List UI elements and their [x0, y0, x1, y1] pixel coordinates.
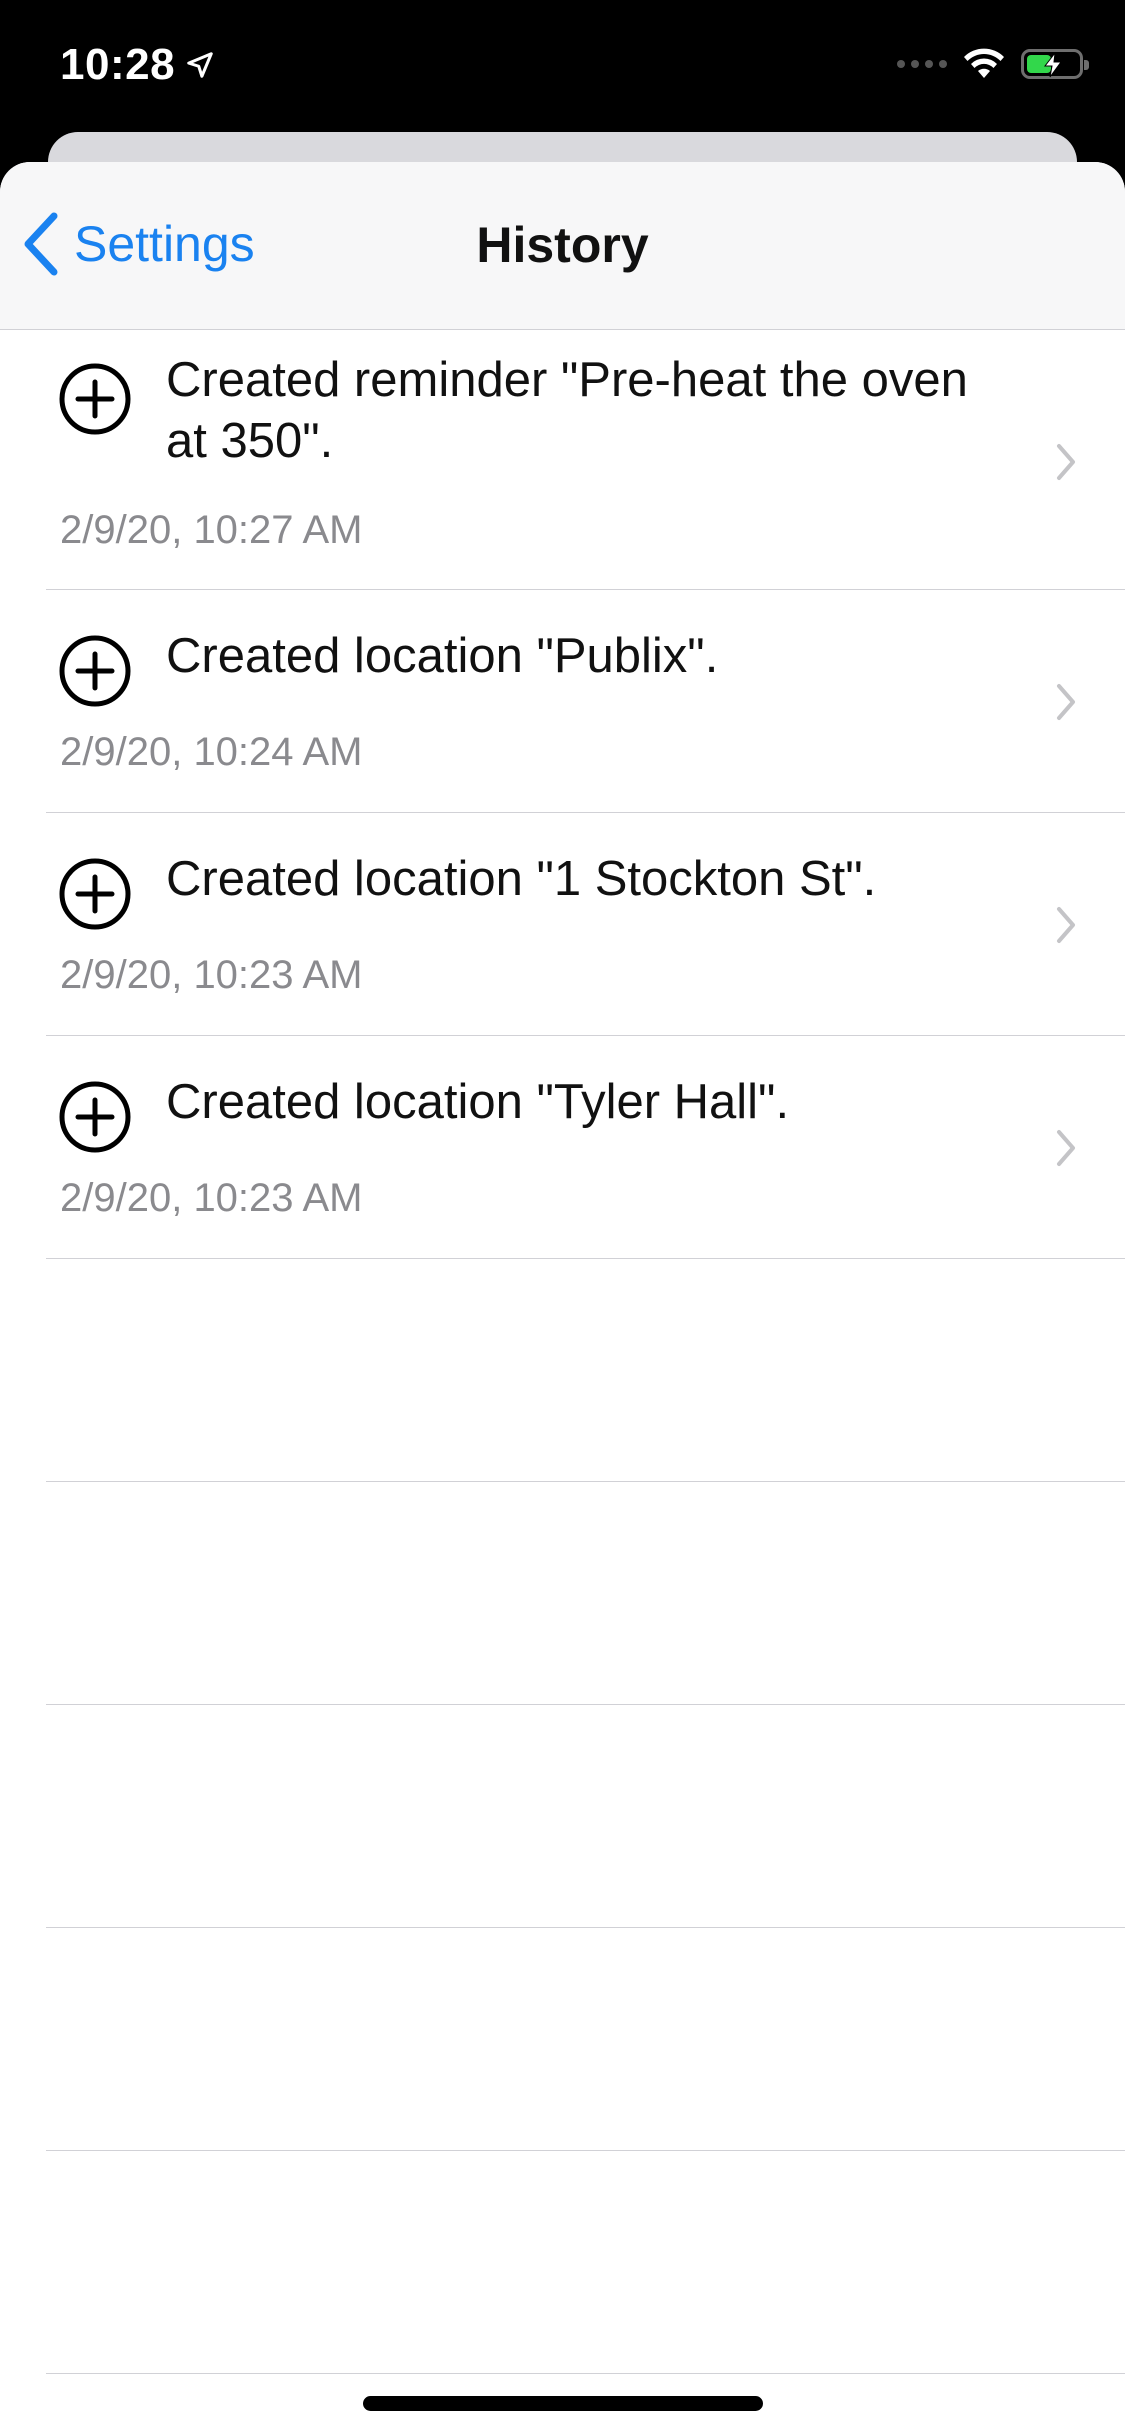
cellular-signal-icon: [897, 60, 947, 68]
history-row-date: 2/9/20, 10:23 AM: [60, 953, 363, 997]
navigation-bar: Settings History: [0, 162, 1125, 330]
plus-circle-icon: [59, 635, 131, 707]
battery-charging-icon: [1021, 49, 1089, 79]
history-row-date: 2/9/20, 10:27 AM: [60, 508, 363, 552]
history-row-date: 2/9/20, 10:24 AM: [60, 730, 363, 774]
wifi-icon: [964, 48, 1004, 78]
chevron-right-icon: [1057, 684, 1075, 720]
status-time: 10:28: [60, 40, 176, 89]
plus-circle-icon: [59, 858, 131, 930]
chevron-right-icon: [1057, 444, 1075, 480]
history-row[interactable]: Created location "Publix". 2/9/20, 10:24…: [0, 590, 1125, 813]
empty-row: [0, 2151, 1125, 2374]
history-row-title: Created location "Publix".: [166, 629, 719, 683]
history-row[interactable]: Created reminder "Pre-heat the oven at 3…: [0, 330, 1125, 590]
history-row-date: 2/9/20, 10:23 AM: [60, 1176, 363, 1220]
chevron-right-icon: [1057, 1130, 1075, 1166]
empty-row: [0, 1928, 1125, 2151]
history-row-title: Created location "1 Stockton St".: [166, 852, 877, 906]
page-title: History: [476, 217, 649, 273]
screen: 10:28 Settings History Created reminder …: [0, 0, 1125, 2436]
history-row-title: Created location "Tyler Hall".: [166, 1075, 790, 1129]
plus-circle-icon: [59, 1081, 131, 1153]
history-list: Created reminder "Pre-heat the oven at 3…: [0, 330, 1125, 2374]
location-arrow-icon: [187, 52, 213, 78]
history-sheet: Settings History Created reminder "Pre-h…: [0, 162, 1125, 2436]
status-bar: 10:28: [0, 0, 1125, 130]
empty-row: [0, 1705, 1125, 1928]
history-row[interactable]: Created location "Tyler Hall". 2/9/20, 1…: [0, 1036, 1125, 1259]
plus-circle-icon: [59, 363, 131, 435]
empty-row: [0, 1259, 1125, 1482]
empty-row: [0, 1482, 1125, 1705]
row-divider: [46, 2373, 1125, 2374]
status-time-group: 10:28: [60, 40, 215, 90]
chevron-right-icon: [1057, 907, 1075, 943]
home-indicator[interactable]: [363, 2396, 763, 2411]
history-row[interactable]: Created location "1 Stockton St". 2/9/20…: [0, 813, 1125, 1036]
status-icons: [897, 48, 1089, 80]
history-row-title: Created reminder "Pre-heat the oven at 3…: [166, 353, 968, 468]
